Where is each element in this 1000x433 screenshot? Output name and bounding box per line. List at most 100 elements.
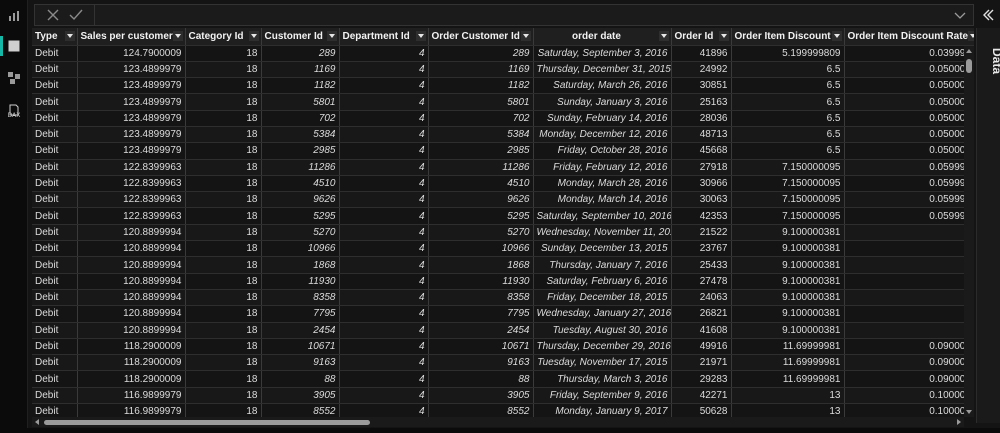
table-cell[interactable]: 1868 [261,256,340,274]
column-header[interactable]: Customer Id [261,28,340,46]
column-filter-icon[interactable] [967,31,974,41]
table-cell[interactable]: 18 [185,142,262,160]
column-header[interactable]: Order Item Discount Rate [844,28,974,46]
table-cell[interactable]: 9.100000381 [731,224,845,242]
table-cell[interactable]: 9.100000381 [731,256,845,274]
table-cell[interactable]: 11.69999981 [731,338,845,356]
table-cell[interactable]: 11286 [261,159,340,176]
table-cell[interactable]: 4 [339,224,429,242]
table-cell[interactable]: 1868 [428,256,534,274]
table-cell[interactable]: 0 [844,273,974,290]
table-cell[interactable]: 30966 [671,175,732,193]
table-cell[interactable]: 29283 [671,370,732,388]
table-cell[interactable]: 123.4899979 [77,93,186,111]
table-cell[interactable]: 11930 [428,273,534,290]
table-cell[interactable]: 123.4899979 [77,77,186,95]
table-cell[interactable]: Friday, February 12, 2016 [533,159,672,176]
column-header[interactable]: Order Customer Id [428,28,534,46]
table-cell[interactable]: 4 [339,273,429,290]
table-cell[interactable]: 0.0500000 [844,142,974,160]
table-row[interactable]: Debit 120.8899994 18 5270 4 5270 Wednesday, No… [32,224,974,242]
table-cell[interactable]: 11.69999981 [731,354,845,372]
table-cell[interactable]: 7795 [428,305,534,323]
column-header[interactable]: order date [533,28,672,46]
table-cell[interactable]: 9163 [261,354,340,372]
table-cell[interactable]: Debit [32,61,78,79]
table-cell[interactable]: 30851 [671,77,732,95]
table-row[interactable]: Debit 123.4899979 18 5384 4 5384 Monday, Decem… [32,126,974,144]
table-cell[interactable]: 18 [185,110,262,127]
table-cell[interactable]: 122.8399963 [77,191,186,209]
table-cell[interactable]: 28036 [671,110,732,127]
table-cell[interactable]: 0 [844,240,974,258]
table-cell[interactable]: 4510 [261,175,340,193]
table-cell[interactable]: 0.0500000 [844,93,974,111]
table-cell[interactable]: 88 [428,370,534,388]
table-cell[interactable]: 48713 [671,126,732,144]
table-cell[interactable]: 6.5 [731,142,845,160]
table-cell[interactable]: 27918 [671,159,732,176]
table-cell[interactable]: 10671 [261,338,340,356]
table-row[interactable]: Debit 120.8899994 18 7795 4 7795 Wednesday, Ja… [32,305,974,323]
table-cell[interactable]: 120.8899994 [77,305,186,323]
table-cell[interactable]: 116.9899979 [77,403,186,417]
column-filter-icon[interactable] [415,31,426,41]
model-view-button[interactable] [0,66,28,90]
table-cell[interactable]: 120.8899994 [77,289,186,307]
expand-formula-icon[interactable] [953,8,967,22]
table-cell[interactable]: 0.0599999 [844,207,974,225]
table-cell[interactable]: Friday, September 9, 2016 [533,387,672,405]
table-cell[interactable]: Monday, March 28, 2016 [533,175,672,193]
table-row[interactable]: Debit 123.4899979 18 2985 4 2985 Friday, Octob… [32,142,974,160]
table-cell[interactable]: 7.150000095 [731,159,845,176]
table-cell[interactable]: 9626 [261,191,340,209]
table-cell[interactable]: 120.8899994 [77,256,186,274]
table-cell[interactable]: 289 [428,45,534,62]
table-cell[interactable]: 18 [185,273,262,290]
table-cell[interactable]: Tuesday, August 30, 2016 [533,322,672,339]
column-header[interactable]: Order Item Discount [731,28,845,46]
table-cell[interactable]: 4 [339,370,429,388]
table-cell[interactable]: 8552 [261,403,340,417]
table-cell[interactable]: 50628 [671,403,732,417]
table-cell[interactable]: 18 [185,256,262,274]
table-cell[interactable]: Thursday, December 31, 2015 [533,61,672,79]
table-cell[interactable]: 18 [185,224,262,242]
column-filter-icon[interactable] [520,31,531,41]
table-cell[interactable]: 0.0500000 [844,110,974,127]
table-cell[interactable]: 4 [339,159,429,176]
table-cell[interactable]: 41608 [671,322,732,339]
table-cell[interactable]: 9.100000381 [731,322,845,339]
table-cell[interactable]: 24992 [671,61,732,79]
table-cell[interactable]: Friday, December 18, 2015 [533,289,672,307]
table-cell[interactable]: 6.5 [731,77,845,95]
table-cell[interactable]: Debit [32,289,78,307]
table-cell[interactable]: Debit [32,142,78,160]
table-cell[interactable]: 0.0500000 [844,61,974,79]
table-cell[interactable]: 1182 [261,77,340,95]
table-cell[interactable]: Monday, December 12, 2016 [533,126,672,144]
table-cell[interactable]: 42271 [671,387,732,405]
table-cell[interactable]: Sunday, December 13, 2015 [533,240,672,258]
table-cell[interactable]: 18 [185,61,262,79]
table-cell[interactable]: 9.100000381 [731,240,845,258]
table-cell[interactable]: 9626 [428,191,534,209]
table-cell[interactable]: Saturday, March 26, 2016 [533,77,672,95]
table-cell[interactable]: 7.150000095 [731,207,845,225]
table-cell[interactable]: 0.0500000 [844,77,974,95]
table-cell[interactable]: 18 [185,191,262,209]
table-cell[interactable]: 4 [339,256,429,274]
table-cell[interactable]: 120.8899994 [77,322,186,339]
table-cell[interactable]: 0.0399999 [844,45,974,62]
table-cell[interactable]: 8358 [428,289,534,307]
table-cell[interactable]: 0 [844,305,974,323]
table-cell[interactable]: 0.0900000 [844,354,974,372]
table-row[interactable]: Debit 122.8399963 18 5295 4 5295 Saturday, Sep… [32,207,974,225]
table-cell[interactable]: 122.8399963 [77,207,186,225]
vertical-scrollbar[interactable] [964,46,974,417]
table-cell[interactable]: 27478 [671,273,732,290]
table-cell[interactable]: 4510 [428,175,534,193]
table-cell[interactable]: 9.100000381 [731,289,845,307]
table-cell[interactable]: 5801 [428,93,534,111]
table-cell[interactable]: 702 [261,110,340,127]
